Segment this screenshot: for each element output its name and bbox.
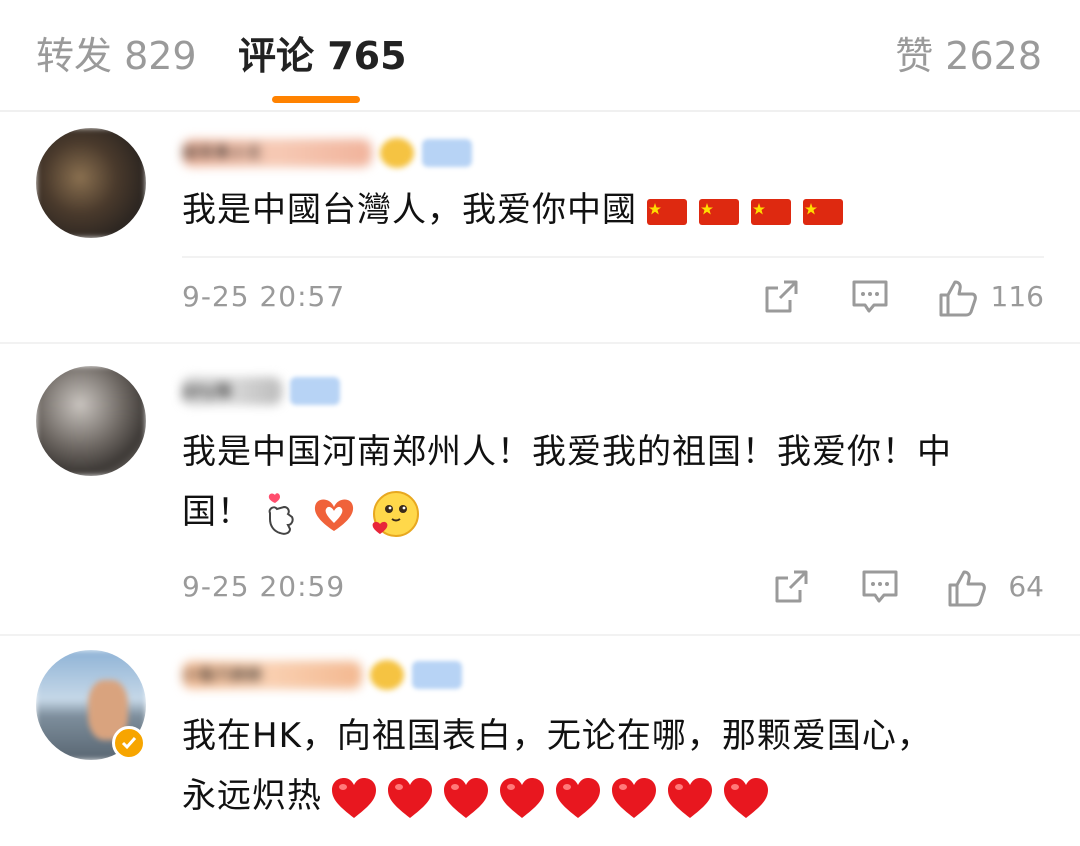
comment-text: 我在HK，向祖国表白，无论在哪，那颗爱国心， 永远炽热 (182, 706, 1044, 826)
comment-tabs: 转发 829 评论 765 赞 2628 (0, 0, 1080, 112)
comment-time: 9-25 20:57 (182, 280, 346, 313)
comment-text-line-2: 永远炽热 (182, 766, 1044, 826)
username[interactable]: jony猫 (182, 374, 340, 408)
tab-comments[interactable]: 评论 765 (238, 32, 407, 80)
like-count: 64 (1008, 570, 1044, 603)
username-text: 缇菲黄小文 (182, 139, 372, 167)
vip-badge-icon (380, 138, 414, 168)
red-heart-icon (332, 777, 376, 818)
flag-cn-icon (751, 198, 791, 225)
red-heart-icon (556, 777, 600, 818)
finger-heart-icon (268, 492, 294, 535)
comment-text-line: 国！ (182, 492, 252, 532)
comment-text: 我是中国河南郑州人！我爱我的祖国！我爱你！中 国！ (182, 422, 1044, 542)
red-heart-icon (668, 777, 712, 818)
active-tab-indicator (272, 96, 360, 103)
flag-cn-icon (699, 198, 739, 225)
comment-text-line-2: 国！ (182, 482, 1044, 542)
comment-meta: 9-25 20:57 116 (182, 272, 1044, 322)
comment-meta: 9-25 20:59 64 (182, 562, 1044, 612)
username-text: 小猫爪赫赫 (182, 661, 362, 689)
avatar[interactable] (36, 128, 146, 238)
username[interactable]: 缇菲黄小文 (182, 136, 472, 170)
comment-text-line: 永远炽热 (182, 776, 322, 816)
username-text: jony猫 (182, 377, 282, 405)
vip-badge-icon (370, 660, 404, 690)
comment-text-line: 我在HK，向祖国表白，无论在哪，那颗爱国心， (182, 716, 932, 756)
tab-reposts[interactable]: 转发 829 (36, 32, 197, 80)
flag-cn-icon (647, 198, 687, 225)
avatar[interactable] (36, 366, 146, 476)
member-tag-icon (422, 139, 472, 167)
red-heart-icon (444, 777, 488, 818)
like-count: 116 (990, 280, 1044, 313)
member-tag-icon (290, 377, 340, 405)
reply-icon[interactable] (850, 278, 890, 316)
username[interactable]: 小猫爪赫赫 (182, 658, 462, 692)
red-heart-icon (500, 777, 544, 818)
share-icon[interactable] (772, 568, 810, 606)
red-heart-icon (724, 777, 768, 818)
red-heart-icon (612, 777, 656, 818)
share-icon[interactable] (762, 278, 800, 316)
divider (182, 256, 1044, 258)
heart-hands-icon (314, 499, 354, 531)
like-icon[interactable] (937, 278, 979, 318)
comment-text-line: 我是中国河南郑州人！我爱我的祖国！我爱你！中 (182, 432, 952, 472)
comment-text: 我是中國台灣人，我爱你中國 (182, 180, 1044, 240)
tab-likes[interactable]: 赞 2628 (895, 32, 1042, 80)
like-icon[interactable] (946, 568, 988, 608)
member-tag-icon (412, 661, 462, 689)
comment-time: 9-25 20:59 (182, 570, 346, 603)
reply-icon[interactable] (860, 568, 900, 606)
flag-cn-icon (803, 198, 843, 225)
comment-item: 小猫爪赫赫 我在HK，向祖国表白，无论在哪，那颗爱国心， 永远炽热 (0, 636, 1080, 846)
comment-item: 缇菲黄小文 我是中國台灣人，我爱你中國 9-25 20:57 116 (0, 112, 1080, 342)
comment-text-body: 我是中國台灣人，我爱你中國 (182, 190, 637, 230)
smiley-heart-icon (372, 490, 419, 537)
verified-badge-icon (112, 726, 146, 760)
comment-item: jony猫 我是中国河南郑州人！我爱我的祖国！我爱你！中 国！ 9-25 20:… (0, 344, 1080, 636)
red-heart-icon (388, 777, 432, 818)
